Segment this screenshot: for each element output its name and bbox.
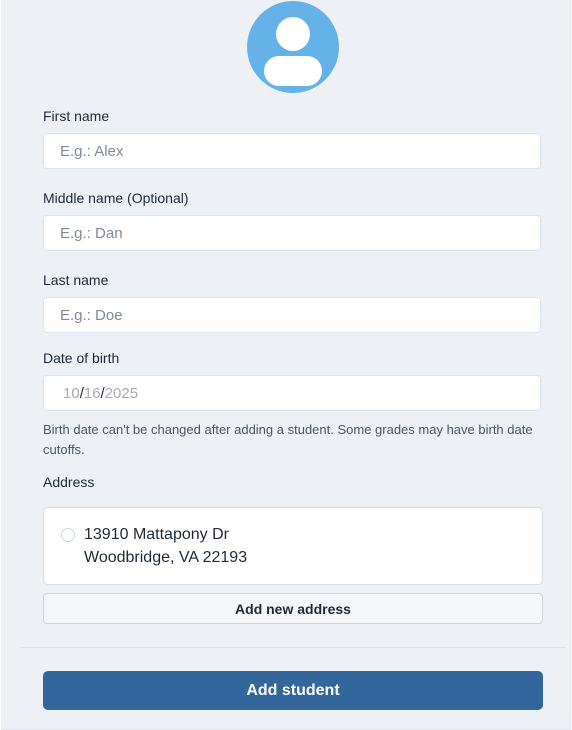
last-name-input[interactable] — [43, 297, 541, 333]
form-divider — [21, 647, 566, 648]
first-name-input[interactable] — [43, 133, 541, 169]
last-name-label: Last name — [43, 272, 109, 288]
dob-year-segment[interactable]: 2025 — [105, 385, 138, 402]
address-city-line: Woodbridge, VA 22193 — [84, 549, 248, 566]
dob-month-segment[interactable]: 10 — [63, 385, 80, 402]
add-student-button[interactable]: Add student — [43, 671, 543, 710]
date-of-birth-input[interactable]: 10/16/2025 — [43, 375, 541, 411]
date-of-birth-label: Date of birth — [43, 350, 120, 366]
middle-name-input[interactable] — [43, 215, 541, 251]
add-student-form-panel: First name Middle name (Optional) Last n… — [1, 0, 571, 730]
first-name-label: First name — [43, 108, 110, 124]
birth-date-helper-text: Birth date can't be changed after adding… — [43, 422, 533, 457]
address-street-line: 13910 Mattapony Dr — [84, 526, 229, 543]
middle-name-label: Middle name (Optional) — [43, 190, 189, 206]
address-label: Address — [43, 474, 95, 490]
dob-day-segment[interactable]: 16 — [84, 385, 101, 402]
user-avatar-icon — [247, 1, 339, 93]
add-new-address-button[interactable]: Add new address — [43, 593, 543, 624]
avatar-head-shape — [276, 17, 310, 51]
address-option[interactable]: 13910 Mattapony Dr Woodbridge, VA 22193 — [43, 507, 543, 585]
avatar-shoulders-shape — [264, 56, 322, 86]
address-radio-button[interactable] — [61, 528, 75, 542]
